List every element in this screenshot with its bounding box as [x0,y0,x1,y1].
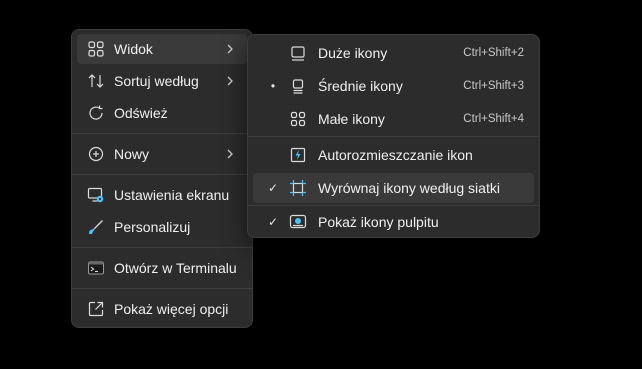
menu-item-open-in-terminal-label: Otwórz w Terminalu [114,260,237,276]
submenu-item-auto-arrange-label: Autorozmieszczanie ikon [318,147,473,163]
large-icons-icon [289,44,307,62]
menu-item-sort-by[interactable]: Sortuj według [77,66,247,96]
medium-icons-icon [289,77,307,95]
refresh-icon [87,104,105,122]
small-icons-icon [289,110,307,128]
grid-icon [87,40,105,58]
selected-bullet-icon: • [270,79,276,93]
menu-item-new[interactable]: Nowy [77,139,247,169]
shortcut-text: Ctrl+Shift+3 [463,80,524,92]
menu-separator [72,288,252,289]
menu-separator [72,247,252,248]
menu-item-sort-by-label: Sortuj według [114,73,199,89]
menu-item-display-settings[interactable]: Ustawienia ekranu [77,180,247,210]
chevron-right-icon [227,149,233,159]
menu-item-personalize-label: Personalizuj [114,219,191,235]
menu-item-new-label: Nowy [114,146,150,162]
chevron-right-icon [227,76,233,86]
menu-item-show-more-options-label: Pokaż więcej opcji [114,301,229,317]
menu-separator [248,136,539,137]
submenu-item-align-to-grid[interactable]: ✓ Wyrównaj ikony według siatki [253,173,534,203]
submenu-item-large-icons-label: Duże ikony [318,45,388,61]
menu-item-view-label: Widok [114,41,153,57]
more-options-icon [87,300,105,318]
submenu-item-small-icons-label: Małe ikony [318,111,385,127]
menu-item-personalize[interactable]: Personalizuj [77,212,247,242]
menu-item-view[interactable]: Widok [77,34,247,64]
terminal-icon [87,259,105,277]
submenu-item-large-icons[interactable]: Duże ikony Ctrl+Shift+2 [253,38,534,68]
menu-item-refresh-label: Odśwież [114,105,168,121]
menu-item-open-in-terminal[interactable]: Otwórz w Terminalu [77,253,247,283]
menu-separator [72,174,252,175]
plus-circle-icon [87,145,105,163]
chevron-right-icon [227,44,233,54]
shortcut-text: Ctrl+Shift+4 [463,113,524,125]
view-submenu: Duże ikony Ctrl+Shift+2 • Średnie ikony … [247,34,540,238]
menu-separator [72,133,252,134]
submenu-item-align-to-grid-label: Wyrównaj ikony według siatki [318,180,500,196]
show-desktop-icons-icon [289,213,307,231]
checkmark-icon: ✓ [267,181,279,195]
submenu-item-show-desktop-icons[interactable]: ✓ Pokaż ikony pulpitu [253,207,534,237]
brush-icon [87,218,105,236]
align-grid-icon [289,179,307,197]
menu-separator [248,205,539,206]
sort-icon [87,72,105,90]
submenu-item-medium-icons-label: Średnie ikony [318,78,403,94]
shortcut-text: Ctrl+Shift+2 [463,47,524,59]
menu-item-refresh[interactable]: Odśwież [77,98,247,128]
menu-item-display-settings-label: Ustawienia ekranu [114,187,230,203]
submenu-item-show-desktop-icons-label: Pokaż ikony pulpitu [318,214,439,230]
checkmark-icon: ✓ [267,215,279,229]
desktop-context-menu: Widok Sortuj według Odśwież Nowy Ustawie… [71,29,253,328]
display-settings-icon [87,186,105,204]
submenu-item-medium-icons[interactable]: • Średnie ikony Ctrl+Shift+3 [253,71,534,101]
submenu-item-small-icons[interactable]: Małe ikony Ctrl+Shift+4 [253,104,534,134]
auto-arrange-icon [289,146,307,164]
submenu-item-auto-arrange[interactable]: Autorozmieszczanie ikon [253,140,534,170]
menu-item-show-more-options[interactable]: Pokaż więcej opcji [77,294,247,324]
